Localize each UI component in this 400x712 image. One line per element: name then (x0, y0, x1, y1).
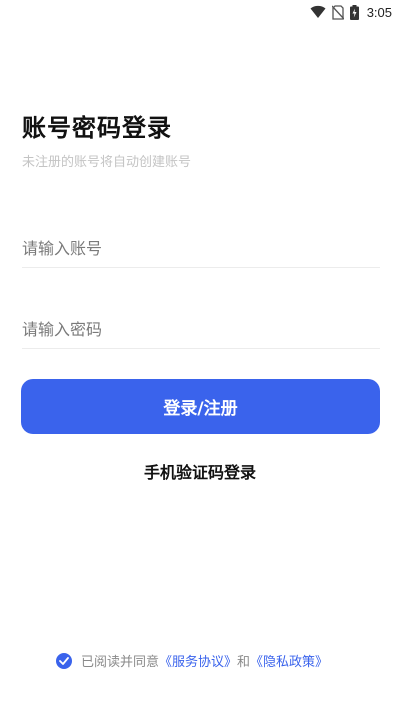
checkmark-icon (59, 656, 69, 665)
account-field (22, 219, 380, 268)
wifi-icon (310, 5, 326, 18)
account-input[interactable] (22, 239, 380, 258)
status-time: 3:05 (366, 4, 392, 20)
no-sim-icon (331, 4, 344, 20)
agreement-prefix: 已阅读并同意 (81, 655, 160, 670)
login-register-button[interactable]: 登录/注册 (21, 379, 380, 434)
privacy-policy-link[interactable]: 《隐私政策》 (250, 651, 328, 670)
page-subtitle: 未注册的账号将自动创建账号 (22, 155, 192, 170)
page-title: 账号密码登录 (22, 114, 172, 142)
status-icons: 3:05 (310, 3, 392, 21)
battery-charging-icon (349, 4, 359, 20)
agreement-row: 已阅读并同意 《服务协议》 和 《隐私政策》 (56, 651, 328, 670)
service-agreement-link[interactable]: 《服务协议》 (159, 651, 237, 670)
password-field (22, 300, 380, 349)
password-input[interactable] (22, 320, 380, 339)
agreement-and: 和 (237, 655, 251, 670)
sms-login-link[interactable]: 手机验证码登录 (0, 459, 400, 483)
agreement-checkbox[interactable] (56, 652, 72, 669)
status-bar: 3:05 (0, 0, 400, 24)
